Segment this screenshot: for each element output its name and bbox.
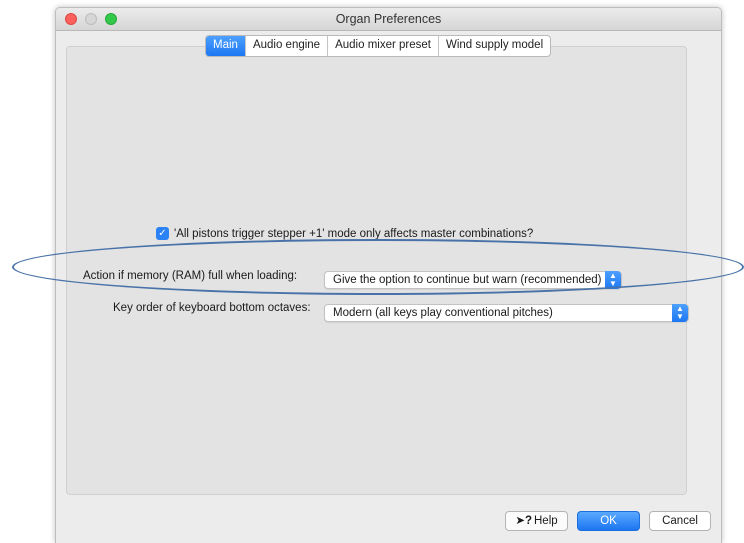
help-button[interactable]: ➤? Help	[505, 511, 568, 531]
pistons-stepper-checkbox[interactable]: ✓	[156, 227, 169, 240]
tab-main[interactable]: Main	[206, 36, 245, 56]
pistons-stepper-label: 'All pistons trigger stepper +1' mode on…	[174, 228, 534, 240]
preferences-window: Organ Preferences Main Audio engine Audi…	[55, 7, 722, 543]
memory-action-value: Give the option to continue but warn (re…	[333, 274, 602, 286]
tab-bar: Main Audio engine Audio mixer preset Win…	[205, 35, 552, 57]
cancel-button[interactable]: Cancel	[649, 511, 711, 531]
help-cursor-icon: ➤?	[515, 515, 532, 527]
checkmark-icon: ✓	[158, 228, 167, 239]
memory-action-label: Action if memory (RAM) full when loading…	[83, 270, 298, 282]
title-bar[interactable]: Organ Preferences	[56, 8, 721, 31]
select-stepper-icon: ▲ ▼	[605, 271, 621, 289]
ok-button[interactable]: OK	[577, 511, 640, 531]
key-order-value: Modern (all keys play conventional pitch…	[333, 307, 553, 319]
memory-action-select[interactable]: Give the option to continue but warn (re…	[324, 271, 622, 289]
help-button-label: Help	[534, 515, 558, 527]
window-title: Organ Preferences	[335, 12, 442, 26]
tab-audio-engine[interactable]: Audio engine	[244, 36, 327, 56]
tab-audio-mixer-preset[interactable]: Audio mixer preset	[327, 36, 438, 56]
tab-wind-supply-model[interactable]: Wind supply model	[437, 36, 550, 56]
key-order-select[interactable]: Modern (all keys play conventional pitch…	[324, 304, 689, 322]
key-order-label: Key order of keyboard bottom octaves:	[113, 302, 311, 314]
select-stepper-icon: ▲ ▼	[672, 304, 688, 322]
